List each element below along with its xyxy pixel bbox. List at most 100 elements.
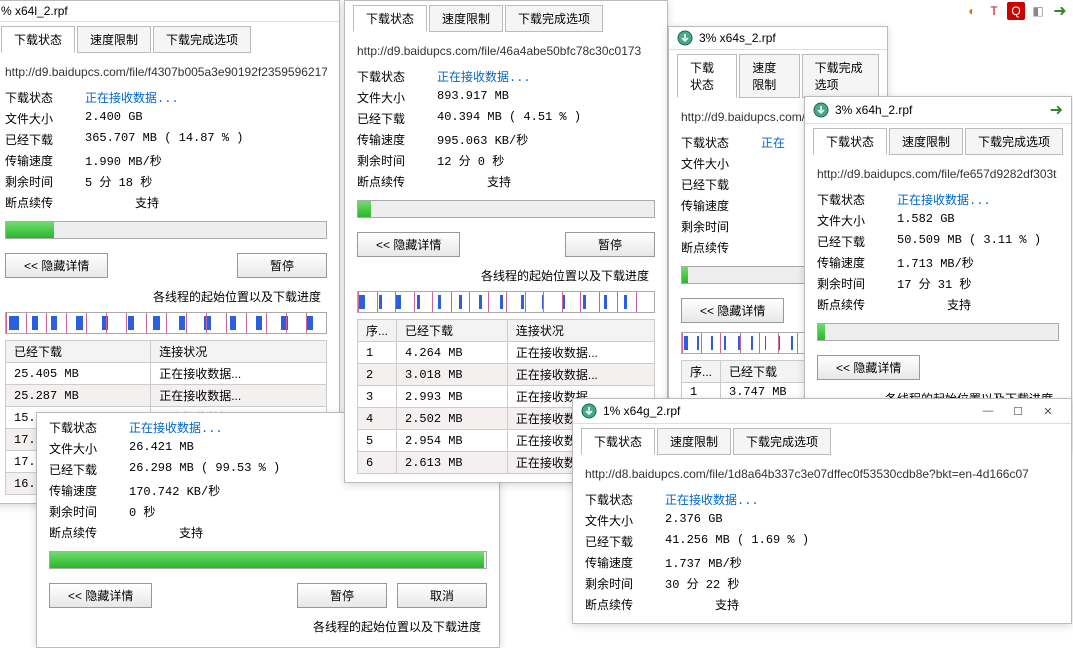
table-row: 25.287 MB正在接收数据... (6, 385, 327, 407)
filesize-label: 文件大小 (681, 155, 761, 172)
hide-button[interactable]: << 隐藏详情 (357, 232, 460, 257)
titlebar[interactable]: % x64l_2.rpf (0, 1, 339, 22)
tab-speed[interactable]: 速度限制 (429, 5, 503, 32)
filesize-value: 1.582 GB (897, 212, 955, 229)
tab-speed[interactable]: 速度限制 (77, 26, 151, 53)
speed-value: 170.742 KB/秒 (129, 482, 220, 499)
status-label: 下载状态 (49, 419, 129, 436)
download-url: http://d9.baidupcs.com/file/fe657d9282df… (817, 163, 1059, 189)
downloaded-label: 已经下载 (817, 233, 897, 250)
maximize-button[interactable]: ☐ (1003, 402, 1033, 420)
tab-done[interactable]: 下载完成选项 (733, 428, 831, 455)
window-title: % x64l_2.rpf (1, 4, 68, 18)
resume-label: 断点续传 (681, 239, 761, 256)
idm-icon (581, 403, 597, 419)
segment-title: 各线程的起始位置以及下载进度 (5, 284, 327, 309)
downloaded-label: 已经下载 (681, 176, 761, 193)
pause-button[interactable]: 暂停 (237, 253, 327, 278)
tab-status[interactable]: 下载状态 (677, 54, 737, 98)
col-state[interactable]: 连接状况 (151, 341, 327, 363)
tabs: 下载状态 速度限制 下载完成选项 (669, 50, 887, 98)
speed-label: 传输速度 (585, 554, 665, 571)
filesize-label: 文件大小 (817, 212, 897, 229)
status-value: 正在 (761, 134, 785, 151)
filesize-value: 893.917 MB (437, 89, 509, 106)
system-tray: ◐ T Q ◧ ➜ (963, 2, 1069, 20)
progress-bar (357, 200, 655, 218)
timeleft-label: 剩余时间 (817, 275, 897, 292)
pause-button[interactable]: 暂停 (565, 232, 655, 257)
status-label: 下载状态 (5, 89, 85, 106)
download-window-x64g: 1% x64g_2.rpf — ☐ ✕ 下载状态 速度限制 下载完成选项 htt… (572, 398, 1072, 624)
downloaded-label: 已经下载 (49, 461, 129, 478)
status-value: 正在接收数据... (129, 419, 223, 436)
window-title: 1% x64g_2.rpf (603, 404, 680, 418)
tab-status[interactable]: 下载状态 (813, 128, 887, 155)
hide-button[interactable]: << 隐藏详情 (817, 355, 920, 380)
speed-label: 传输速度 (49, 482, 129, 499)
tabs: 下载状态 速度限制 下载完成选项 (0, 22, 339, 53)
timeleft-value: 17 分 31 秒 (897, 275, 971, 292)
status-value: 正在接收数据... (897, 191, 991, 208)
tab-speed[interactable]: 速度限制 (739, 54, 799, 98)
progress-bar (817, 323, 1059, 341)
window-title: 3% x64h_2.rpf (835, 103, 912, 117)
downloaded-value: 41.256 MB ( 1.69 % ) (665, 533, 809, 550)
tabs: 下载状态 速度限制 下载完成选项 (345, 1, 667, 32)
resume-value: 支持 (179, 524, 203, 541)
resume-value: 支持 (135, 194, 159, 211)
tab-done[interactable]: 下载完成选项 (505, 5, 603, 32)
timeleft-label: 剩余时间 (357, 152, 437, 169)
status-value: 正在接收数据... (437, 68, 531, 85)
tabs: 下载状态 速度限制 下载完成选项 (805, 124, 1071, 155)
tab-status[interactable]: 下载状态 (1, 26, 75, 53)
tab-done[interactable]: 下载完成选项 (965, 128, 1063, 155)
downloaded-value: 26.298 MB ( 99.53 % ) (129, 461, 280, 478)
titlebar[interactable]: 3% x64s_2.rpf (669, 27, 887, 50)
window-title: 3% x64s_2.rpf (699, 31, 776, 45)
tab-status[interactable]: 下载状态 (353, 5, 427, 32)
downloaded-value: 40.394 MB ( 4.51 % ) (437, 110, 581, 127)
col-state[interactable]: 连接状况 (507, 320, 654, 342)
minimize-button[interactable]: — (973, 402, 1003, 420)
resume-label: 断点续传 (357, 173, 437, 190)
filesize-label: 文件大小 (357, 89, 437, 106)
hide-button[interactable]: << 隐藏详情 (49, 583, 152, 608)
speed-value: 1.990 MB/秒 (85, 152, 162, 169)
titlebar[interactable]: 3% x64h_2.rpf ➜ (805, 97, 1071, 124)
speed-label: 传输速度 (817, 254, 897, 271)
col-downloaded[interactable]: 已经下载 (6, 341, 151, 363)
status-label: 下载状态 (585, 491, 665, 508)
download-url: http://d9.baidupcs.com/file/f4307b005a3e… (5, 61, 327, 87)
status-label: 下载状态 (817, 191, 897, 208)
close-button[interactable]: ✕ (1033, 402, 1063, 420)
hide-button[interactable]: << 隐藏详情 (681, 298, 784, 323)
hide-button[interactable]: << 隐藏详情 (5, 253, 108, 278)
downloaded-label: 已经下载 (585, 533, 665, 550)
col-n[interactable]: 序... (358, 320, 397, 342)
speed-value: 1.737 MB/秒 (665, 554, 742, 571)
pause-button[interactable]: 暂停 (297, 583, 387, 608)
status-value: 正在接收数据... (665, 491, 759, 508)
tab-speed[interactable]: 速度限制 (889, 128, 963, 155)
cancel-button[interactable]: 取消 (397, 583, 487, 608)
timeleft-value: 5 分 18 秒 (85, 173, 152, 190)
resume-value: 支持 (947, 296, 971, 313)
tab-status[interactable]: 下载状态 (581, 428, 655, 455)
tab-done[interactable]: 下载完成选项 (153, 26, 251, 53)
timeleft-value: 12 分 0 秒 (437, 152, 504, 169)
table-row: 25.405 MB正在接收数据... (6, 363, 327, 385)
col-n[interactable]: 序... (682, 361, 721, 383)
speed-value: 995.063 KB/秒 (437, 131, 528, 148)
speed-label: 传输速度 (5, 152, 85, 169)
tab-done[interactable]: 下载完成选项 (802, 54, 879, 98)
col-downloaded[interactable]: 已经下载 (397, 320, 508, 342)
status-label: 下载状态 (357, 68, 437, 85)
titlebar[interactable]: 1% x64g_2.rpf — ☐ ✕ (573, 399, 1071, 424)
progress-bar (49, 551, 487, 569)
idm-icon (677, 30, 693, 46)
tray-icon: Q (1007, 2, 1025, 20)
filesize-label: 文件大小 (585, 512, 665, 529)
tab-speed[interactable]: 速度限制 (657, 428, 731, 455)
tray-icon: T (985, 2, 1003, 20)
